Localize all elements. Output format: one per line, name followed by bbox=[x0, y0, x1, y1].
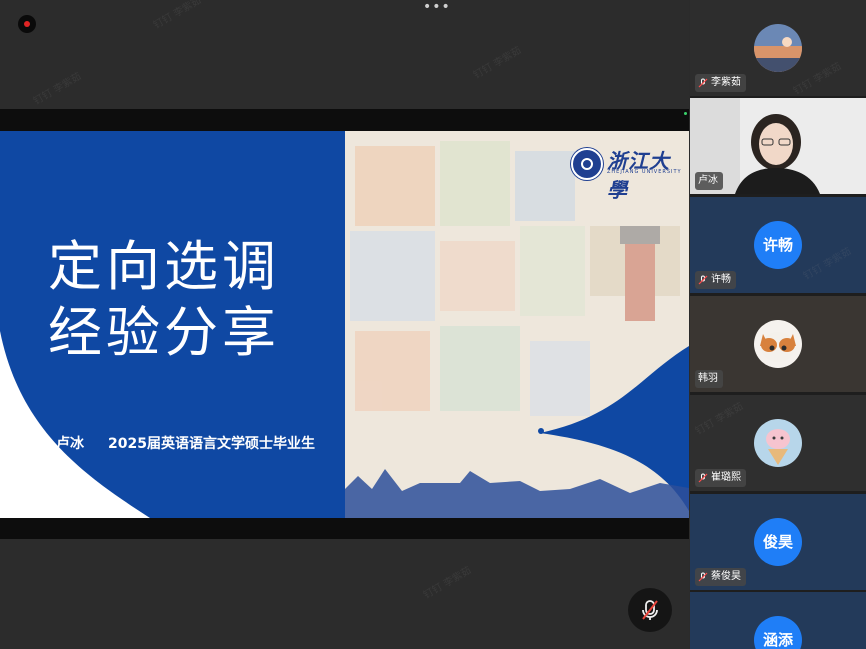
participant-name: 李紫茹 bbox=[711, 77, 741, 88]
university-logo-subtext: ZHEJIANG UNIVERSITY bbox=[607, 169, 682, 175]
avatar bbox=[754, 419, 802, 467]
avatar bbox=[754, 24, 802, 72]
share-indicator bbox=[684, 112, 687, 115]
presenter-degree: 2025届英语语言文学硕士毕业生 bbox=[108, 436, 315, 452]
participant-tile[interactable]: 崔璐熙 bbox=[690, 395, 866, 491]
mic-muted-icon bbox=[698, 275, 708, 285]
participant-name: 许畅 bbox=[711, 274, 731, 285]
presenter-name: 卢冰 bbox=[56, 436, 84, 452]
participant-name-tag: 蔡俊昊 bbox=[695, 568, 746, 586]
slide-title-line-1: 定向选调 bbox=[48, 235, 280, 298]
watermark: 钉钉 李紫茹 bbox=[421, 565, 474, 602]
slide-title-line-2: 经验分享 bbox=[48, 301, 280, 364]
watermark: 钉钉 李紫茹 bbox=[471, 45, 524, 82]
participant-name: 韩羽 bbox=[698, 373, 718, 384]
participant-tile[interactable]: 卢冰 bbox=[690, 98, 866, 194]
presentation-slide: 定向选调 经验分享 卢冰 2025届英语语言文学硕士毕业生 浙江大學 ZHEJI… bbox=[0, 131, 689, 518]
participant-name-tag: 李紫茹 bbox=[695, 74, 746, 92]
watermark: 钉钉 李紫茹 bbox=[31, 71, 84, 108]
university-logo-icon bbox=[571, 148, 603, 180]
avatar: 俊昊 bbox=[754, 518, 802, 566]
participant-tile[interactable]: 韩羽 bbox=[690, 296, 866, 392]
participant-tile[interactable]: 许畅 许畅 bbox=[690, 197, 866, 293]
avatar: 许畅 bbox=[754, 221, 802, 269]
mic-muted-icon bbox=[698, 572, 708, 582]
participant-tile[interactable]: 李紫茹 bbox=[690, 0, 866, 96]
mic-muted-icon bbox=[698, 473, 708, 483]
participant-name: 卢冰 bbox=[698, 175, 718, 186]
mic-muted-icon bbox=[698, 78, 708, 88]
avatar bbox=[754, 320, 802, 368]
more-options-icon[interactable]: ••• bbox=[423, 0, 450, 14]
participant-name: 蔡俊昊 bbox=[711, 571, 741, 582]
participant-tile[interactable]: 涵添 bbox=[690, 592, 866, 649]
participant-name-tag: 许畅 bbox=[695, 271, 736, 289]
watermark: 钉钉 李紫茹 bbox=[151, 0, 204, 32]
participant-name: 崔璐熙 bbox=[711, 472, 741, 483]
mic-muted-icon[interactable] bbox=[628, 588, 672, 632]
participant-name-tag: 韩羽 bbox=[695, 370, 723, 388]
record-icon[interactable] bbox=[18, 15, 36, 33]
participant-sidebar: 李紫茹 卢冰 许畅 许畅 韩羽 崔璐熙 俊昊 蔡俊昊 涵添 bbox=[690, 0, 866, 649]
participant-name-tag: 卢冰 bbox=[695, 172, 723, 190]
participant-name-tag: 崔璐熙 bbox=[695, 469, 746, 487]
participant-tile[interactable]: 俊昊 蔡俊昊 bbox=[690, 494, 866, 590]
main-stage: ••• 钉钉 李紫茹 钉钉 李紫茹 钉钉 李紫茹 钉钉 李紫茹 钉钉 李紫茹 bbox=[0, 0, 689, 649]
